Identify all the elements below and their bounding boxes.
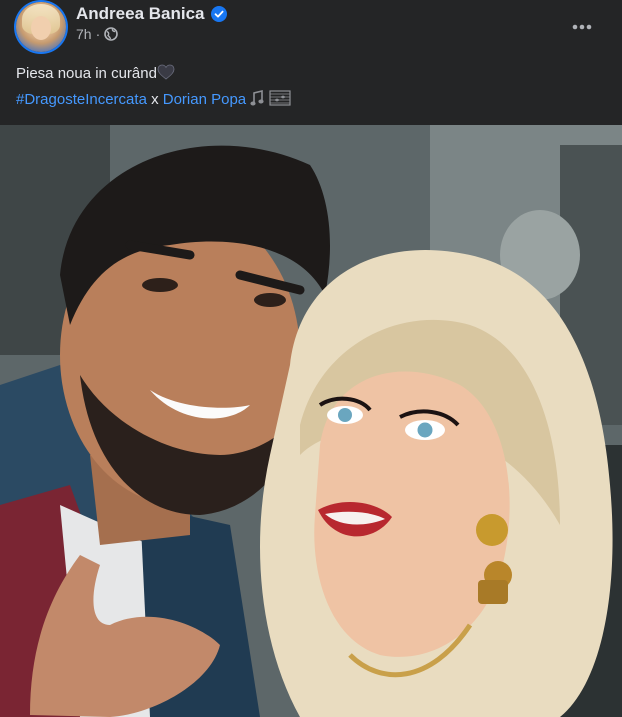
post-text: Piesa noua in curând #DragosteIncercata …: [16, 62, 606, 115]
more-options-button[interactable]: [564, 8, 600, 44]
mention-link[interactable]: Dorian Popa: [163, 91, 246, 108]
hashtag-link[interactable]: #DragosteIncercata: [16, 91, 147, 108]
post-timestamp[interactable]: 7h: [76, 26, 92, 42]
post-text-line-1: Piesa noua in curând: [16, 62, 606, 88]
author-name[interactable]: Andreea Banica: [76, 4, 205, 24]
connector-text: x: [146, 91, 163, 108]
verified-badge-icon: [210, 6, 227, 22]
author-avatar[interactable]: [16, 2, 66, 52]
black-heart-icon: [157, 64, 175, 88]
avatar-face: [31, 16, 51, 40]
globe-icon[interactable]: [104, 27, 119, 41]
selfie-illustration: [0, 125, 622, 717]
post-meta: 7h ·: [76, 26, 119, 42]
post-photo[interactable]: [0, 125, 622, 717]
musical-notes-icon: [250, 89, 292, 115]
meta-dot: ·: [95, 26, 101, 42]
more-options-icon: [572, 17, 592, 35]
author-line: Andreea Banica: [76, 4, 227, 24]
post-header: Andreea Banica 7h ·: [0, 0, 622, 56]
post-text-line-2: #DragosteIncercata x Dorian Popa: [16, 88, 606, 115]
post-caption: Piesa noua in curând: [16, 65, 157, 82]
